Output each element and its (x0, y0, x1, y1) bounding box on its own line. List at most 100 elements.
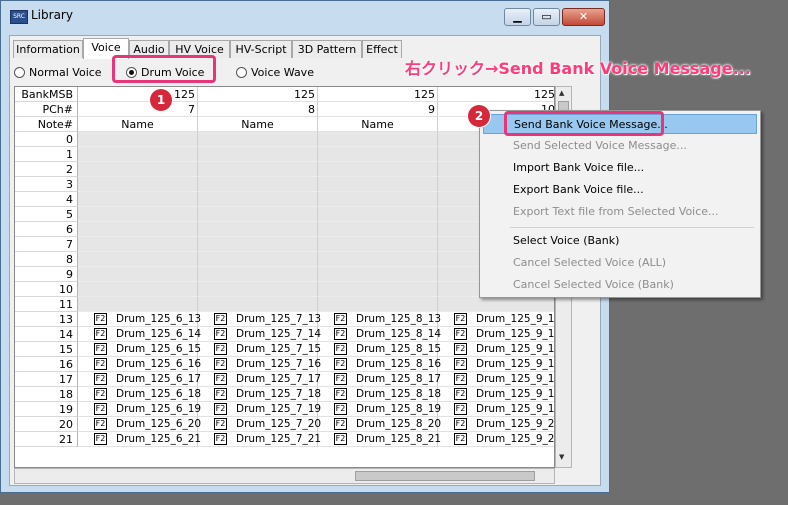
grid-cell[interactable]: F2 Drum_125_8_18 (318, 387, 441, 402)
menu-send-selected-voice-message[interactable]: Send Selected Voice Message... (483, 136, 757, 156)
table-row[interactable]: 0 (15, 132, 554, 147)
grid-cell[interactable]: F2 Drum_125_6_18 (78, 387, 201, 402)
table-row[interactable]: 16 F2 Drum_125_6_16 F2 Drum_125_7_16 F2 Drum_1… (15, 357, 554, 372)
grid-cell[interactable]: F2 Drum_125_8_21 (318, 432, 441, 447)
f2-icon[interactable]: F2 (214, 418, 227, 430)
table-row[interactable]: 11 (15, 297, 554, 312)
grid-cell[interactable]: 125 (78, 87, 198, 102)
f2-icon[interactable]: F2 (334, 343, 347, 355)
scroll-down-icon[interactable]: ▼ (559, 453, 564, 461)
table-row[interactable]: 14 F2 Drum_125_6_14 F2 Drum_125_7_14 F2 Drum_1… (15, 327, 554, 342)
f2-icon[interactable]: F2 (94, 328, 107, 340)
grid-cell[interactable] (78, 192, 198, 207)
f2-icon[interactable]: F2 (214, 328, 227, 340)
grid-cell[interactable]: F2 Drum_125_7_20 (198, 417, 321, 432)
grid-cell[interactable]: F2 Drum_125_7_16 (198, 357, 321, 372)
f2-icon[interactable]: F2 (454, 403, 467, 415)
grid-cell[interactable]: F2 Drum_125_9_18 (438, 387, 554, 402)
grid-cell[interactable]: F2 Drum_125_9_19 (438, 402, 554, 417)
f2-icon[interactable]: F2 (454, 373, 467, 385)
grid-cell[interactable]: F2 Drum_125_7_13 (198, 312, 321, 327)
table-row[interactable]: 2 (15, 162, 554, 177)
grid-cell[interactable] (198, 267, 318, 282)
grid-cell[interactable] (78, 282, 198, 297)
menu-cancel-selected-voice-bank[interactable]: Cancel Selected Voice (Bank) (483, 275, 757, 295)
f2-icon[interactable]: F2 (94, 373, 107, 385)
tab-effect[interactable]: Effect (362, 40, 402, 58)
grid-cell[interactable] (198, 132, 318, 147)
grid-cell[interactable]: F2 Drum_125_6_17 (78, 372, 201, 387)
grid-cell[interactable] (318, 147, 438, 162)
tab-hv-script[interactable]: HV-Script (230, 40, 292, 58)
grid-cell[interactable]: F2 Drum_125_6_14 (78, 327, 201, 342)
grid-cell[interactable] (198, 282, 318, 297)
f2-icon[interactable]: F2 (334, 358, 347, 370)
grid-cell[interactable] (78, 177, 198, 192)
grid-cell[interactable] (438, 297, 554, 312)
grid-cell[interactable] (318, 207, 438, 222)
grid-cell[interactable]: F2 Drum_125_6_13 (78, 312, 201, 327)
grid-cell[interactable] (78, 252, 198, 267)
grid-cell[interactable]: Name (318, 117, 438, 132)
menu-export-text-file[interactable]: Export Text file from Selected Voice... (483, 202, 757, 222)
f2-icon[interactable]: F2 (454, 313, 467, 325)
table-row[interactable]: 21 F2 Drum_125_6_21 F2 Drum_125_7_21 F2 Drum_1… (15, 432, 554, 447)
grid-cell[interactable] (78, 132, 198, 147)
title-bar[interactable]: SRC Library ▁ ▭ ✕ (1, 1, 609, 29)
f2-icon[interactable]: F2 (214, 313, 227, 325)
grid-cell[interactable] (78, 297, 198, 312)
grid-cell[interactable] (198, 252, 318, 267)
horizontal-scrollbar[interactable] (14, 468, 555, 484)
table-row[interactable]: 17 F2 Drum_125_6_17 F2 Drum_125_7_17 F2 Drum_1… (15, 372, 554, 387)
grid-cell[interactable]: F2 Drum_125_6_15 (78, 342, 201, 357)
table-row[interactable]: 18 F2 Drum_125_6_18 F2 Drum_125_7_18 F2 Drum_1… (15, 387, 554, 402)
grid-cell[interactable] (318, 177, 438, 192)
grid-cell[interactable] (78, 267, 198, 282)
grid-cell[interactable] (198, 207, 318, 222)
grid-cell[interactable] (198, 297, 318, 312)
grid-cell[interactable]: F2 Drum_125_7_14 (198, 327, 321, 342)
grid-cell[interactable] (78, 207, 198, 222)
f2-icon[interactable]: F2 (334, 433, 347, 445)
grid-cell[interactable]: F2 Drum_125_9_15 (438, 342, 554, 357)
grid-cell[interactable]: F2 Drum_125_6_21 (78, 432, 201, 447)
grid-cell[interactable] (318, 252, 438, 267)
grid-cell[interactable] (318, 162, 438, 177)
grid-cell[interactable]: F2 Drum_125_6_20 (78, 417, 201, 432)
grid-cell[interactable]: F2 Drum_125_8_17 (318, 372, 441, 387)
grid-cell[interactable] (318, 237, 438, 252)
grid-cell[interactable] (198, 237, 318, 252)
f2-icon[interactable]: F2 (334, 388, 347, 400)
tab-3d-pattern[interactable]: 3D Pattern (292, 40, 362, 58)
f2-icon[interactable]: F2 (214, 433, 227, 445)
grid-cell[interactable]: F2 Drum_125_7_15 (198, 342, 321, 357)
table-row[interactable]: 13 F2 Drum_125_6_13 F2 Drum_125_7_13 F2 Drum_1… (15, 312, 554, 327)
grid-cell[interactable]: F2 Drum_125_9_21 (438, 432, 554, 447)
grid-cell[interactable]: F2 Drum_125_6_19 (78, 402, 201, 417)
f2-icon[interactable]: F2 (214, 403, 227, 415)
grid-cell[interactable]: 8 (198, 102, 318, 117)
grid-cell[interactable]: 125 (198, 87, 318, 102)
grid-cell[interactable]: F2 Drum_125_9_16 (438, 357, 554, 372)
radio-normal-voice[interactable]: Normal Voice (14, 64, 102, 82)
close-button[interactable]: ✕ (562, 8, 605, 26)
horizontal-scroll-thumb[interactable] (355, 471, 535, 481)
grid-cell[interactable]: F2 Drum_125_9_14 (438, 327, 554, 342)
grid-cell[interactable] (318, 297, 438, 312)
f2-icon[interactable]: F2 (214, 343, 227, 355)
f2-icon[interactable]: F2 (94, 418, 107, 430)
f2-icon[interactable]: F2 (94, 433, 107, 445)
table-row[interactable]: 10 (15, 282, 554, 297)
grid-cell[interactable]: F2 Drum_125_8_19 (318, 402, 441, 417)
f2-icon[interactable]: F2 (94, 403, 107, 415)
minimize-button[interactable]: ▁ (504, 8, 531, 26)
grid-cell[interactable] (318, 267, 438, 282)
table-row[interactable]: 20 F2 Drum_125_6_20 F2 Drum_125_7_20 F2 Drum_1… (15, 417, 554, 432)
grid-cell[interactable]: F2 Drum_125_8_16 (318, 357, 441, 372)
f2-icon[interactable]: F2 (334, 373, 347, 385)
f2-icon[interactable]: F2 (214, 388, 227, 400)
grid-cell[interactable]: 9 (318, 102, 438, 117)
grid-cell[interactable] (198, 192, 318, 207)
grid-cell[interactable]: F2 Drum_125_9_13 (438, 312, 554, 327)
f2-icon[interactable]: F2 (334, 418, 347, 430)
